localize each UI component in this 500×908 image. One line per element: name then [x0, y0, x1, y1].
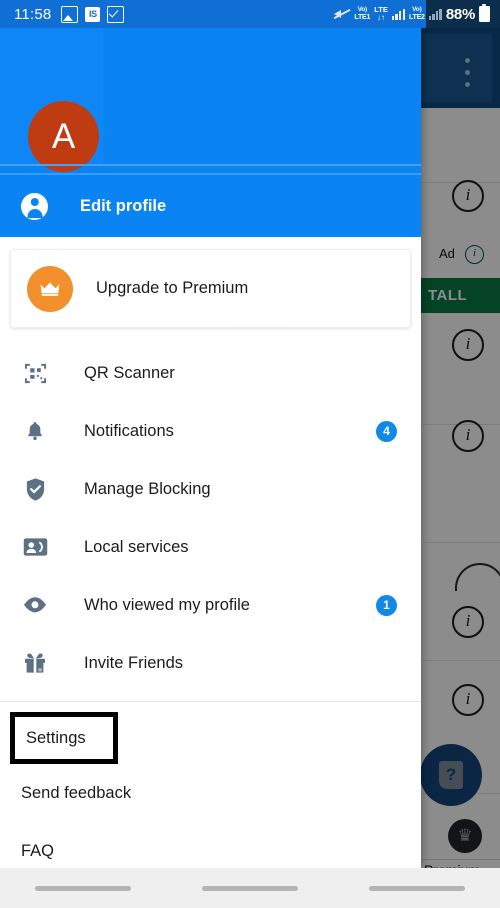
- is-badge-icon: IS: [85, 6, 101, 22]
- status-bar-clock: 11:58: [14, 5, 52, 23]
- menu-item-label: QR Scanner: [84, 363, 175, 382]
- account-circle-icon: [21, 192, 48, 220]
- menu-item-label: Who viewed my profile: [84, 595, 250, 614]
- status-bar-notification-icons: IS: [61, 5, 125, 23]
- upgrade-to-premium-label: Upgrade to Premium: [96, 279, 249, 297]
- menu-item-notifications[interactable]: Notifications 4: [0, 402, 421, 460]
- signal-bars-sim2-icon: [428, 8, 442, 20]
- shield-check-icon: [20, 474, 50, 504]
- lte-arrows: ↓↑: [377, 12, 386, 22]
- volume-mute-icon: [334, 7, 351, 21]
- edit-profile-label: Edit profile: [80, 196, 167, 215]
- contact-card-icon: [20, 532, 50, 562]
- menu-item-settings[interactable]: Settings: [10, 712, 118, 764]
- volte-sim2-bottom: LTE2: [408, 13, 425, 21]
- upgrade-to-premium-card[interactable]: Upgrade to Premium: [10, 249, 411, 328]
- send-feedback-label: Send feedback: [21, 783, 132, 802]
- battery-full-icon: [479, 4, 490, 22]
- avatar[interactable]: A: [28, 101, 99, 172]
- menu-item-qr-scanner[interactable]: QR Scanner: [0, 344, 421, 402]
- navigation-drawer: A Edit profile Upgrade to Premium QR Sca…: [0, 28, 421, 868]
- lte-indicator-icon: LTE ↓↑: [374, 5, 388, 22]
- status-bar-system-icons: Vo) LTE1 LTE ↓↑ Vo) LTE2 88%: [334, 4, 500, 23]
- drawer-content: Upgrade to Premium QR Scanner Notificati…: [0, 237, 421, 868]
- checkbox-icon: [107, 5, 125, 23]
- drawer-menu-list: QR Scanner Notifications 4 Manage Blocki…: [0, 344, 421, 692]
- volte-sim2-icon: Vo) LTE2: [409, 7, 425, 21]
- menu-item-send-feedback[interactable]: Send feedback: [0, 764, 421, 822]
- phone-screen: i Ad i TALL i i i ? i ♛ Premium 11:58: [0, 0, 500, 908]
- back-pill[interactable]: [368, 885, 465, 891]
- menu-item-invite-friends[interactable]: Invite Friends: [0, 634, 421, 692]
- notification-count-badge: 4: [376, 420, 397, 442]
- eye-icon: [20, 590, 50, 620]
- qr-code-icon: [20, 358, 50, 388]
- drawer-header: A: [0, 28, 421, 175]
- profile-view-count-badge: 1: [376, 594, 397, 616]
- edit-profile-item[interactable]: Edit profile: [0, 175, 421, 237]
- status-bar: 11:58 IS Vo) LTE1 LTE ↓↑ Vo) LTE2 88%: [0, 0, 500, 28]
- system-navigation-bar: [0, 868, 500, 908]
- bell-icon: [20, 416, 50, 446]
- menu-item-who-viewed-my-profile[interactable]: Who viewed my profile 1: [0, 576, 421, 634]
- menu-item-faq[interactable]: FAQ: [0, 822, 421, 868]
- battery-percent-label: 88%: [445, 5, 475, 23]
- volte-sim1-icon: Vo) LTE1: [354, 7, 370, 21]
- recents-pill[interactable]: [35, 885, 132, 891]
- drawer-section-divider: [0, 701, 421, 702]
- menu-item-label: Invite Friends: [84, 653, 184, 672]
- menu-item-label: Notifications: [84, 421, 174, 440]
- crown-icon: [27, 265, 73, 312]
- menu-item-label: Local services: [84, 537, 189, 556]
- drawer-header-divider: [0, 164, 421, 166]
- volte-sim1-bottom: LTE1: [354, 13, 371, 21]
- home-pill[interactable]: [201, 885, 298, 891]
- menu-item-local-services[interactable]: Local services: [0, 518, 421, 576]
- menu-item-manage-blocking[interactable]: Manage Blocking: [0, 460, 421, 518]
- menu-item-label: Manage Blocking: [84, 479, 211, 498]
- faq-label: FAQ: [21, 841, 55, 860]
- settings-label: Settings: [26, 728, 86, 747]
- photo-icon: [61, 5, 79, 23]
- gift-icon: [20, 648, 50, 678]
- signal-bars-sim1-icon: [391, 8, 405, 20]
